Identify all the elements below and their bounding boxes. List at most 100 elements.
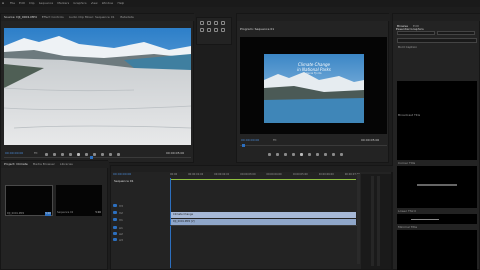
- program-go-to-out-button[interactable]: [316, 153, 319, 156]
- program-fit-select[interactable]: Fit: [273, 138, 277, 142]
- menu-view[interactable]: View: [91, 1, 98, 5]
- program-mark-in-button[interactable]: [268, 153, 271, 156]
- template-thumb-2[interactable]: [397, 166, 477, 208]
- step-back-button[interactable]: [69, 153, 72, 156]
- pen-tool-icon[interactable]: [207, 28, 211, 32]
- v3-target-toggle[interactable]: [113, 204, 117, 207]
- program-mark-out-button[interactable]: [276, 153, 279, 156]
- tab-metadata[interactable]: Metadata: [120, 15, 134, 20]
- slip-tool-icon[interactable]: [200, 28, 204, 32]
- tab-browse[interactable]: Browse: [397, 24, 408, 28]
- program-go-to-in-button[interactable]: [284, 153, 287, 156]
- mark-out-button[interactable]: [53, 153, 56, 156]
- a2-target-toggle[interactable]: [113, 232, 117, 235]
- project-item-1-name: Sequence 01: [57, 211, 74, 214]
- mark-in-button[interactable]: [45, 153, 48, 156]
- program-scrubber[interactable]: [240, 145, 387, 146]
- track-select-tool-icon[interactable]: [207, 21, 211, 25]
- play-button[interactable]: [77, 153, 80, 156]
- project-item-0[interactable]: DJI_0001.MP4 5:00: [5, 185, 53, 216]
- overwrite-button[interactable]: [109, 153, 112, 156]
- program-timecode-current: 00:00:00:00: [241, 138, 260, 142]
- tab-edit[interactable]: Edit: [413, 24, 419, 28]
- ripple-edit-tool-icon[interactable]: [214, 21, 218, 25]
- tab-media-browser[interactable]: Media Browser: [33, 162, 55, 167]
- program-export-frame-button[interactable]: [340, 153, 343, 156]
- program-transport-controls: [268, 153, 368, 158]
- project-item-0-name: DJI_0001.MP4: [7, 212, 25, 215]
- export-frame-button[interactable]: [117, 153, 120, 156]
- audio-meters: [361, 174, 391, 269]
- clip-title-v2[interactable]: Climate Change: [171, 212, 356, 218]
- clip-title-label: Climate Change: [173, 213, 193, 216]
- category-dropdown[interactable]: [437, 31, 475, 35]
- tools-panel: [196, 17, 232, 45]
- program-playhead[interactable]: [242, 144, 245, 147]
- template-label-2: Corner Title: [398, 161, 416, 165]
- track-a3-label: A3: [119, 238, 123, 242]
- menu-clip[interactable]: Clip: [29, 1, 35, 5]
- step-forward-button[interactable]: [85, 153, 88, 156]
- app-window: A File Edit Clip Sequence Markers Graphi…: [0, 0, 480, 270]
- project-item-0-duration: 5:00: [45, 212, 51, 216]
- a3-target-toggle[interactable]: [113, 238, 117, 241]
- source-monitor-panel: Source: DJI_0001.MP4 Effect Controls Aud…: [0, 13, 195, 163]
- work-area-bar[interactable]: [170, 179, 356, 180]
- project-item-1[interactable]: Sequence 01 5:00: [56, 185, 102, 216]
- menu-sequence[interactable]: Sequence: [39, 1, 54, 5]
- go-to-out-button[interactable]: [93, 153, 96, 156]
- program-step-forward-button[interactable]: [308, 153, 311, 156]
- source-timecode-current: 00:00:00:00: [5, 151, 24, 155]
- template-thumb-3[interactable]: [397, 214, 477, 224]
- source-fit-select[interactable]: Fit: [34, 151, 38, 155]
- template-label-0: Bold Caption: [398, 45, 418, 49]
- program-play-button[interactable]: [300, 153, 303, 156]
- menu-help[interactable]: Help: [117, 1, 124, 5]
- tab-sequence[interactable]: Sequence 01: [114, 179, 134, 183]
- tab-program[interactable]: Program: Sequence 01: [240, 27, 274, 31]
- lift-button[interactable]: [324, 153, 327, 156]
- timeline-vertical-scrollbar[interactable]: [357, 174, 360, 264]
- title-subtitle: Kenai Fjords: [306, 72, 322, 75]
- program-timecode-duration: 00:00:05:00: [361, 138, 380, 142]
- type-tool-icon[interactable]: [221, 28, 225, 32]
- template-thumb-4[interactable]: [397, 230, 477, 270]
- menu-bar: A File Edit Clip Sequence Markers Graphi…: [0, 0, 480, 7]
- program-step-back-button[interactable]: [292, 153, 295, 156]
- clip-video-label: DJI_0001.MP4 [V]: [173, 220, 195, 223]
- menu-file[interactable]: File: [10, 1, 15, 5]
- extract-button[interactable]: [332, 153, 335, 156]
- menu-graphics[interactable]: Graphics: [73, 1, 86, 5]
- hand-tool-icon[interactable]: [214, 28, 218, 32]
- tab-effect-controls[interactable]: Effect Controls: [42, 15, 64, 20]
- track-a1-label: A1: [119, 226, 123, 230]
- a1-target-toggle[interactable]: [113, 226, 117, 229]
- essential-graphics-panel: Essential Graphics Browse Edit Bold Capt…: [392, 13, 480, 270]
- track-v1-label: V1: [119, 218, 123, 222]
- template-thumb-1[interactable]: [397, 118, 477, 160]
- insert-button[interactable]: [101, 153, 104, 156]
- app-logo: A: [2, 1, 5, 5]
- tab-libraries[interactable]: Libraries: [60, 162, 73, 167]
- menu-window[interactable]: Window: [102, 1, 114, 5]
- library-dropdown[interactable]: [397, 31, 435, 35]
- menu-markers[interactable]: Markers: [57, 1, 69, 5]
- timeline-timecode[interactable]: 00:00:00:00: [113, 172, 131, 176]
- selection-tool-icon[interactable]: [200, 21, 204, 25]
- video-audio-divider: [170, 225, 360, 226]
- title-overlay: Climate Change in National Parks Kenai F…: [264, 62, 364, 76]
- tab-source[interactable]: Source: DJI_0001.MP4: [4, 15, 37, 20]
- menu-edit[interactable]: Edit: [19, 1, 25, 5]
- tab-project[interactable]: Project: Climate: [4, 162, 28, 167]
- source-video-frame: [4, 28, 191, 145]
- track-v3-label: V3: [119, 204, 123, 208]
- search-input[interactable]: [397, 38, 477, 43]
- go-to-in-button[interactable]: [61, 153, 64, 156]
- audio-track-headers: A1 A2 A3: [113, 226, 169, 246]
- tab-audio-clip-mixer[interactable]: Audio Clip Mixer: Sequence 01: [69, 15, 115, 20]
- v1-target-toggle[interactable]: [113, 218, 117, 221]
- template-label-3: Lower Third: [398, 209, 416, 213]
- razor-tool-icon[interactable]: [221, 21, 225, 25]
- v2-target-toggle[interactable]: [113, 211, 117, 214]
- library-selectors: [397, 31, 477, 36]
